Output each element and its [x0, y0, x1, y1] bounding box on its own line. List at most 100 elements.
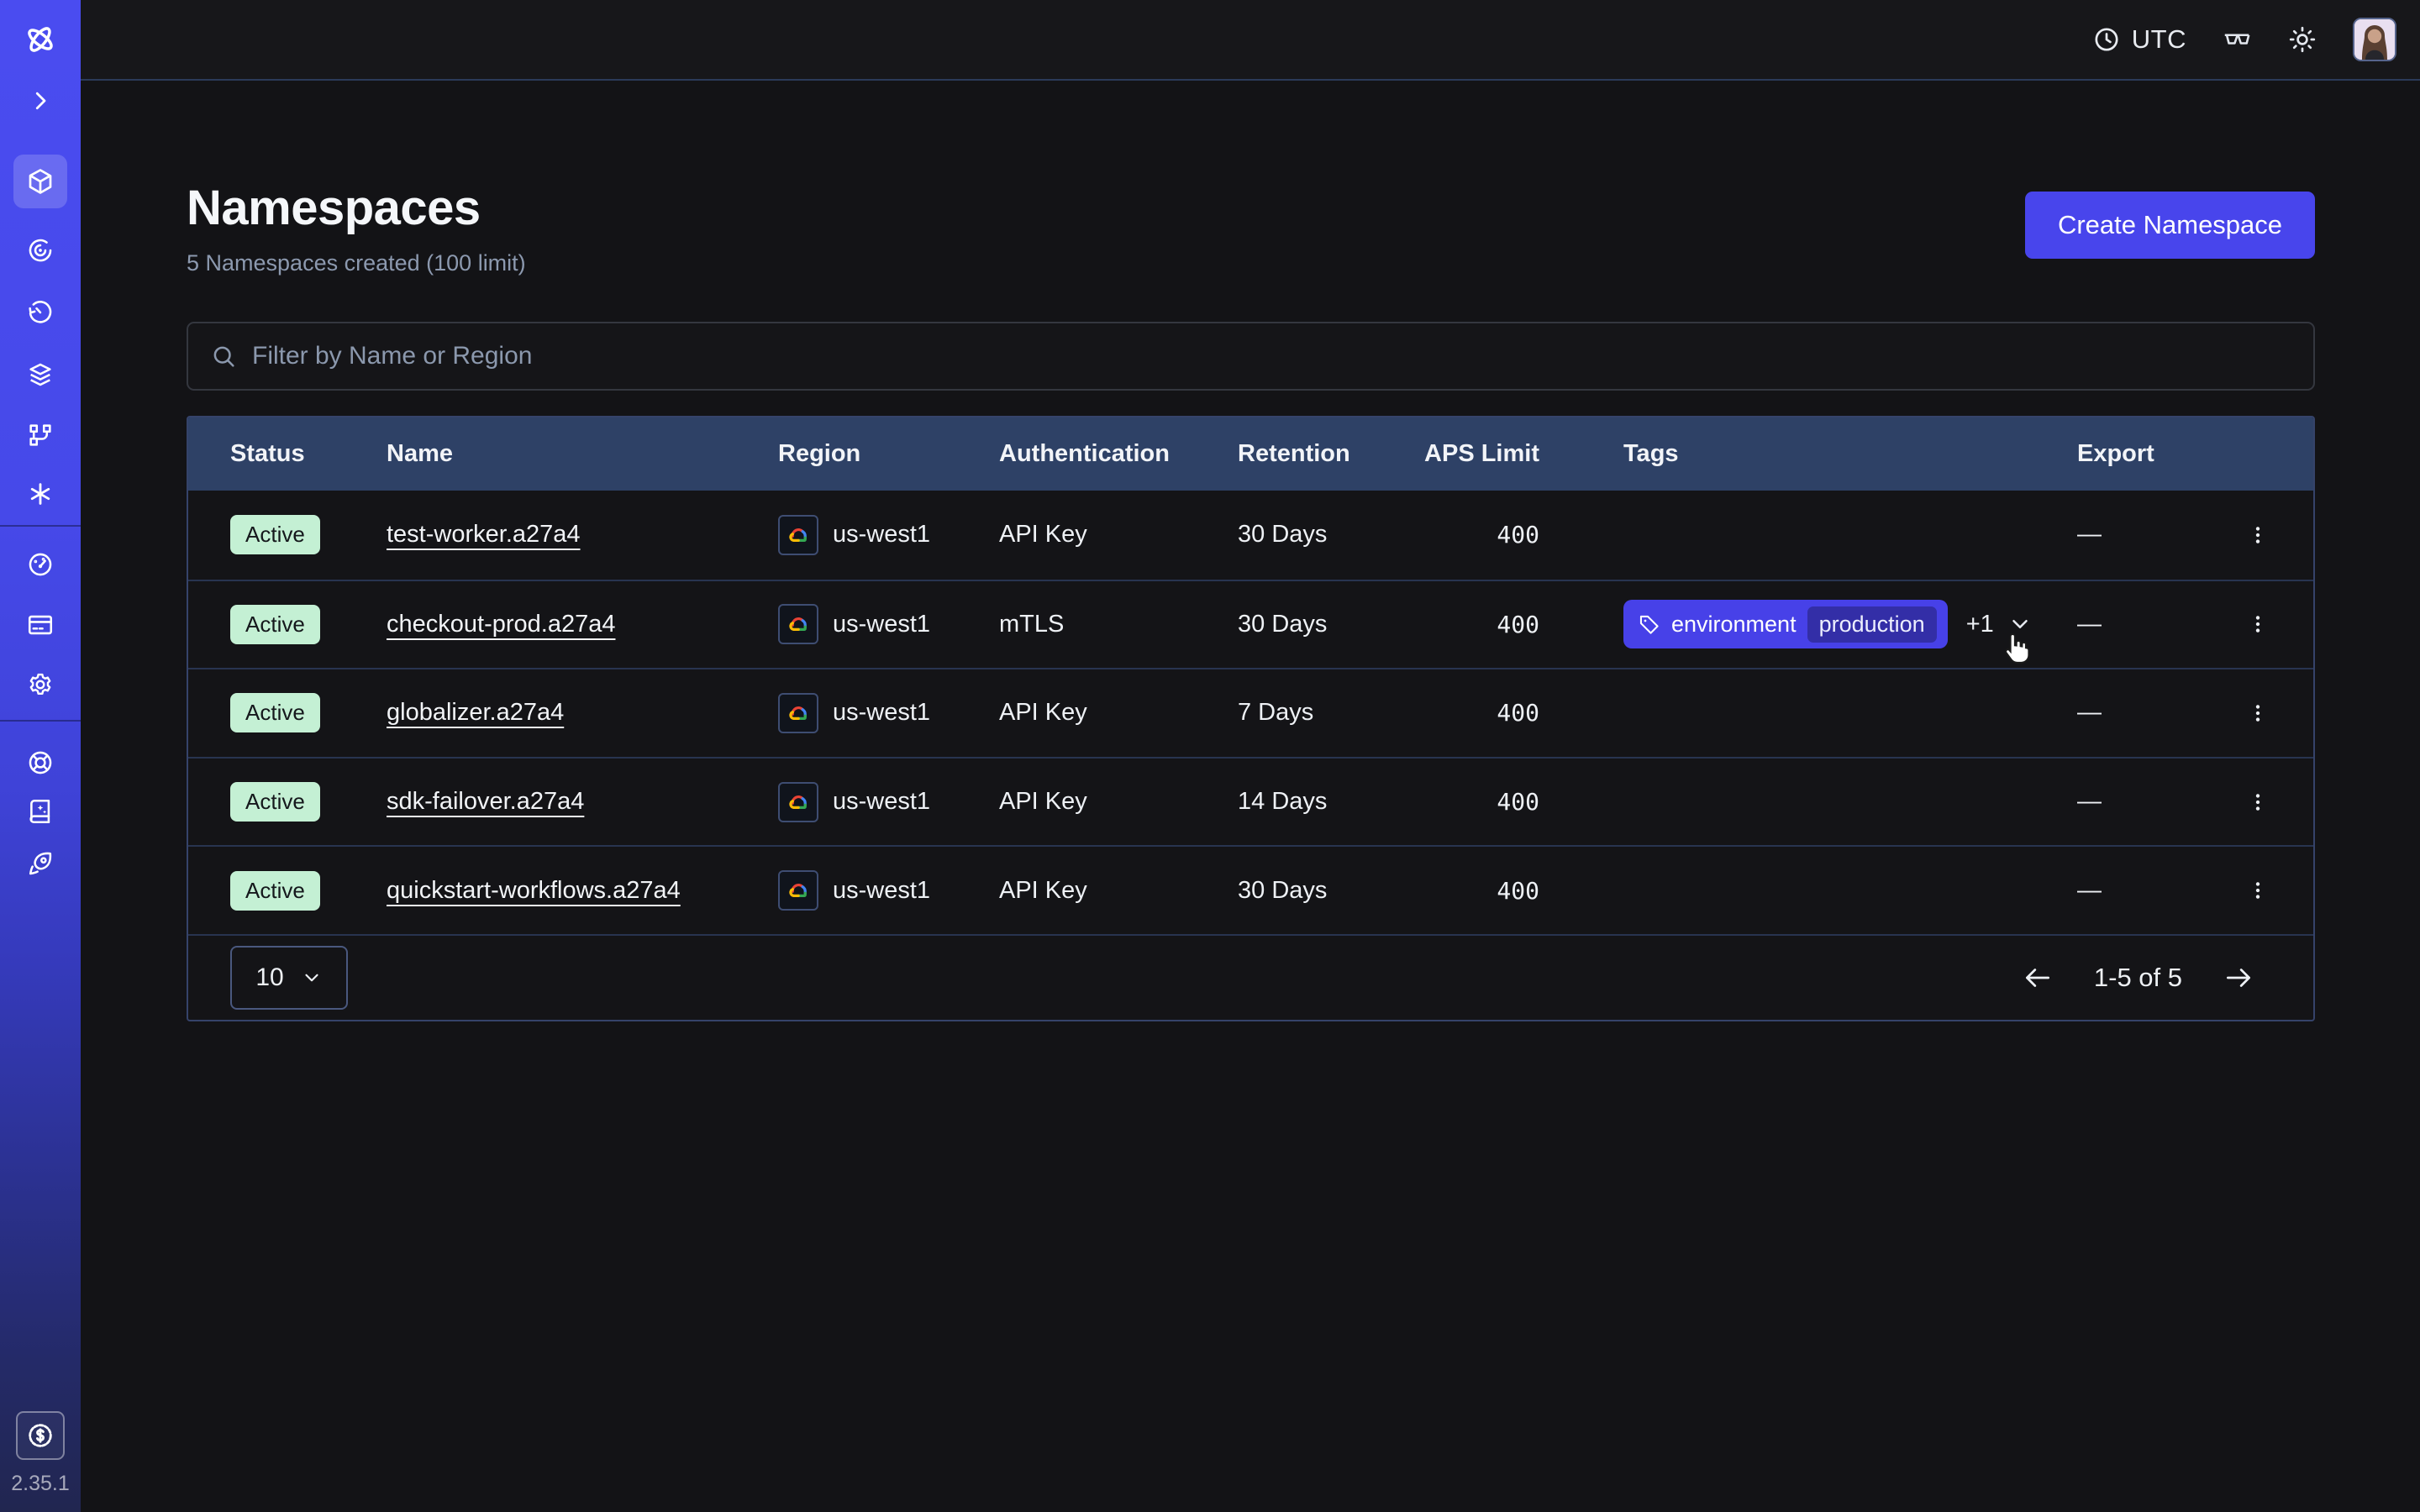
gcp-region-icon — [778, 693, 818, 733]
sidebar-item-usage[interactable] — [20, 544, 60, 585]
sidebar-item-billing[interactable] — [20, 605, 60, 645]
search-icon — [210, 343, 237, 370]
aps-limit-value: 400 — [1405, 521, 1581, 549]
status-badge: Active — [230, 782, 320, 822]
auth-label: API Key — [957, 788, 1196, 816]
main-content: Namespaces 5 Namespaces created (100 lim… — [81, 81, 2420, 1512]
aps-limit-value: 400 — [1405, 699, 1581, 727]
cube-icon — [25, 166, 55, 197]
table-row: Active test-worker.a27a4 us-west1 API Ke… — [188, 491, 2313, 580]
sidebar-item-support[interactable] — [20, 743, 60, 783]
sidebar-item-stacks[interactable] — [20, 354, 60, 395]
sidebar-divider — [0, 525, 81, 527]
table-footer: 10 1-5 of 5 — [188, 934, 2313, 1020]
region-label: us-west1 — [833, 788, 930, 816]
sidebar-item-settings[interactable] — [20, 664, 60, 705]
layers-icon — [26, 360, 55, 389]
sidebar-item-getting-started[interactable] — [20, 843, 60, 884]
auth-label: mTLS — [957, 611, 1196, 638]
page-size-select[interactable]: 10 — [230, 946, 348, 1010]
namespace-link[interactable]: quickstart-workflows.a27a4 — [387, 877, 681, 904]
status-badge: Active — [230, 515, 320, 554]
export-value: — — [2077, 699, 2102, 727]
col-region: Region — [736, 440, 957, 468]
table-row: Active sdk-failover.a27a4 us-west1 API K… — [188, 757, 2313, 846]
gcp-region-icon — [778, 782, 818, 822]
next-page-arrow-icon[interactable] — [2223, 962, 2254, 994]
aps-limit-value: 400 — [1405, 788, 1581, 816]
tag-pill[interactable]: environment production — [1623, 600, 1948, 648]
region-label: us-west1 — [833, 699, 930, 727]
clock-icon — [2092, 25, 2121, 54]
app-version: 2.35.1 — [0, 1472, 81, 1496]
browser-card-icon — [26, 611, 55, 639]
page-subtitle: 5 Namespaces created (100 limit) — [187, 250, 526, 276]
retention-label: 30 Days — [1196, 877, 1405, 905]
col-authentication: Authentication — [957, 440, 1196, 468]
gcp-region-icon — [778, 870, 818, 911]
sidebar-item-docs[interactable] — [20, 791, 60, 832]
table-row: Active checkout-prod.a27a4 us-west1 mTLS… — [188, 580, 2313, 669]
tags-expand-chevron-icon[interactable] — [2007, 612, 2033, 637]
aps-limit-value: 400 — [1405, 877, 1581, 905]
sun-theme-toggle-icon[interactable] — [2287, 24, 2317, 55]
namespaces-table: Status Name Region Authentication Retent… — [187, 416, 2315, 1021]
tag-icon — [1638, 613, 1660, 636]
table-row: Active globalizer.a27a4 us-west1 API Key… — [188, 668, 2313, 757]
filter-input[interactable] — [252, 342, 2291, 370]
sidebar-item-insights[interactable] — [20, 230, 60, 270]
sidebar-item-workflows[interactable] — [20, 415, 60, 455]
gear-icon — [26, 670, 55, 699]
gcp-region-icon — [778, 604, 818, 644]
table-row: Active quickstart-workflows.a27a4 us-wes… — [188, 845, 2313, 934]
row-actions-kebab-icon[interactable] — [2239, 784, 2276, 821]
col-retention: Retention — [1196, 440, 1405, 468]
status-badge: Active — [230, 693, 320, 732]
credits-badge-button[interactable] — [16, 1411, 65, 1460]
namespace-link[interactable]: sdk-failover.a27a4 — [387, 788, 584, 815]
tags-cell: environment production +1 — [1581, 600, 2035, 648]
col-export: Export — [2035, 440, 2315, 468]
retention-label: 30 Days — [1196, 611, 1405, 638]
namespace-link[interactable]: checkout-prod.a27a4 — [387, 611, 615, 638]
timezone-selector[interactable]: UTC — [2092, 24, 2186, 55]
row-actions-kebab-icon[interactable] — [2239, 606, 2276, 643]
status-badge: Active — [230, 871, 320, 911]
col-aps-limit: APS Limit — [1405, 440, 1581, 468]
sidebar: 2.35.1 — [0, 0, 81, 1512]
namespace-link[interactable]: test-worker.a27a4 — [387, 521, 581, 548]
create-namespace-button[interactable]: Create Namespace — [2025, 192, 2315, 259]
col-status: Status — [188, 440, 345, 468]
auth-label: API Key — [957, 699, 1196, 727]
col-name: Name — [345, 440, 736, 468]
row-actions-kebab-icon[interactable] — [2239, 872, 2276, 909]
topbar: UTC — [81, 0, 2420, 81]
row-actions-kebab-icon[interactable] — [2239, 517, 2276, 554]
dollar-seal-icon — [25, 1420, 55, 1451]
expand-sidebar-chevron-icon[interactable] — [20, 81, 60, 121]
previous-page-arrow-icon[interactable] — [2022, 962, 2054, 994]
tags-more-count: +1 — [1966, 611, 1994, 638]
row-actions-kebab-icon[interactable] — [2239, 695, 2276, 732]
rocket-icon — [26, 849, 55, 878]
glasses-icon[interactable] — [2222, 24, 2252, 55]
namespace-link[interactable]: globalizer.a27a4 — [387, 699, 564, 726]
sidebar-item-nexus[interactable] — [20, 474, 60, 514]
region-label: us-west1 — [833, 877, 930, 905]
tag-value: production — [1807, 606, 1937, 643]
export-value: — — [2077, 877, 2102, 905]
asterisk-icon — [26, 480, 55, 508]
tag-key: environment — [1671, 612, 1797, 638]
sidebar-item-namespaces[interactable] — [13, 155, 67, 208]
user-avatar[interactable] — [2353, 18, 2396, 61]
filter-bar — [187, 322, 2315, 391]
export-value: — — [2077, 521, 2102, 549]
sidebar-item-schedules[interactable] — [20, 292, 60, 333]
swirl-icon — [26, 236, 55, 265]
page-size-value: 10 — [255, 963, 283, 992]
gcp-region-icon — [778, 515, 818, 555]
retention-label: 7 Days — [1196, 699, 1405, 727]
sidebar-divider — [0, 720, 81, 722]
pagination: 1-5 of 5 — [2022, 962, 2254, 994]
branch-icon — [26, 421, 55, 449]
